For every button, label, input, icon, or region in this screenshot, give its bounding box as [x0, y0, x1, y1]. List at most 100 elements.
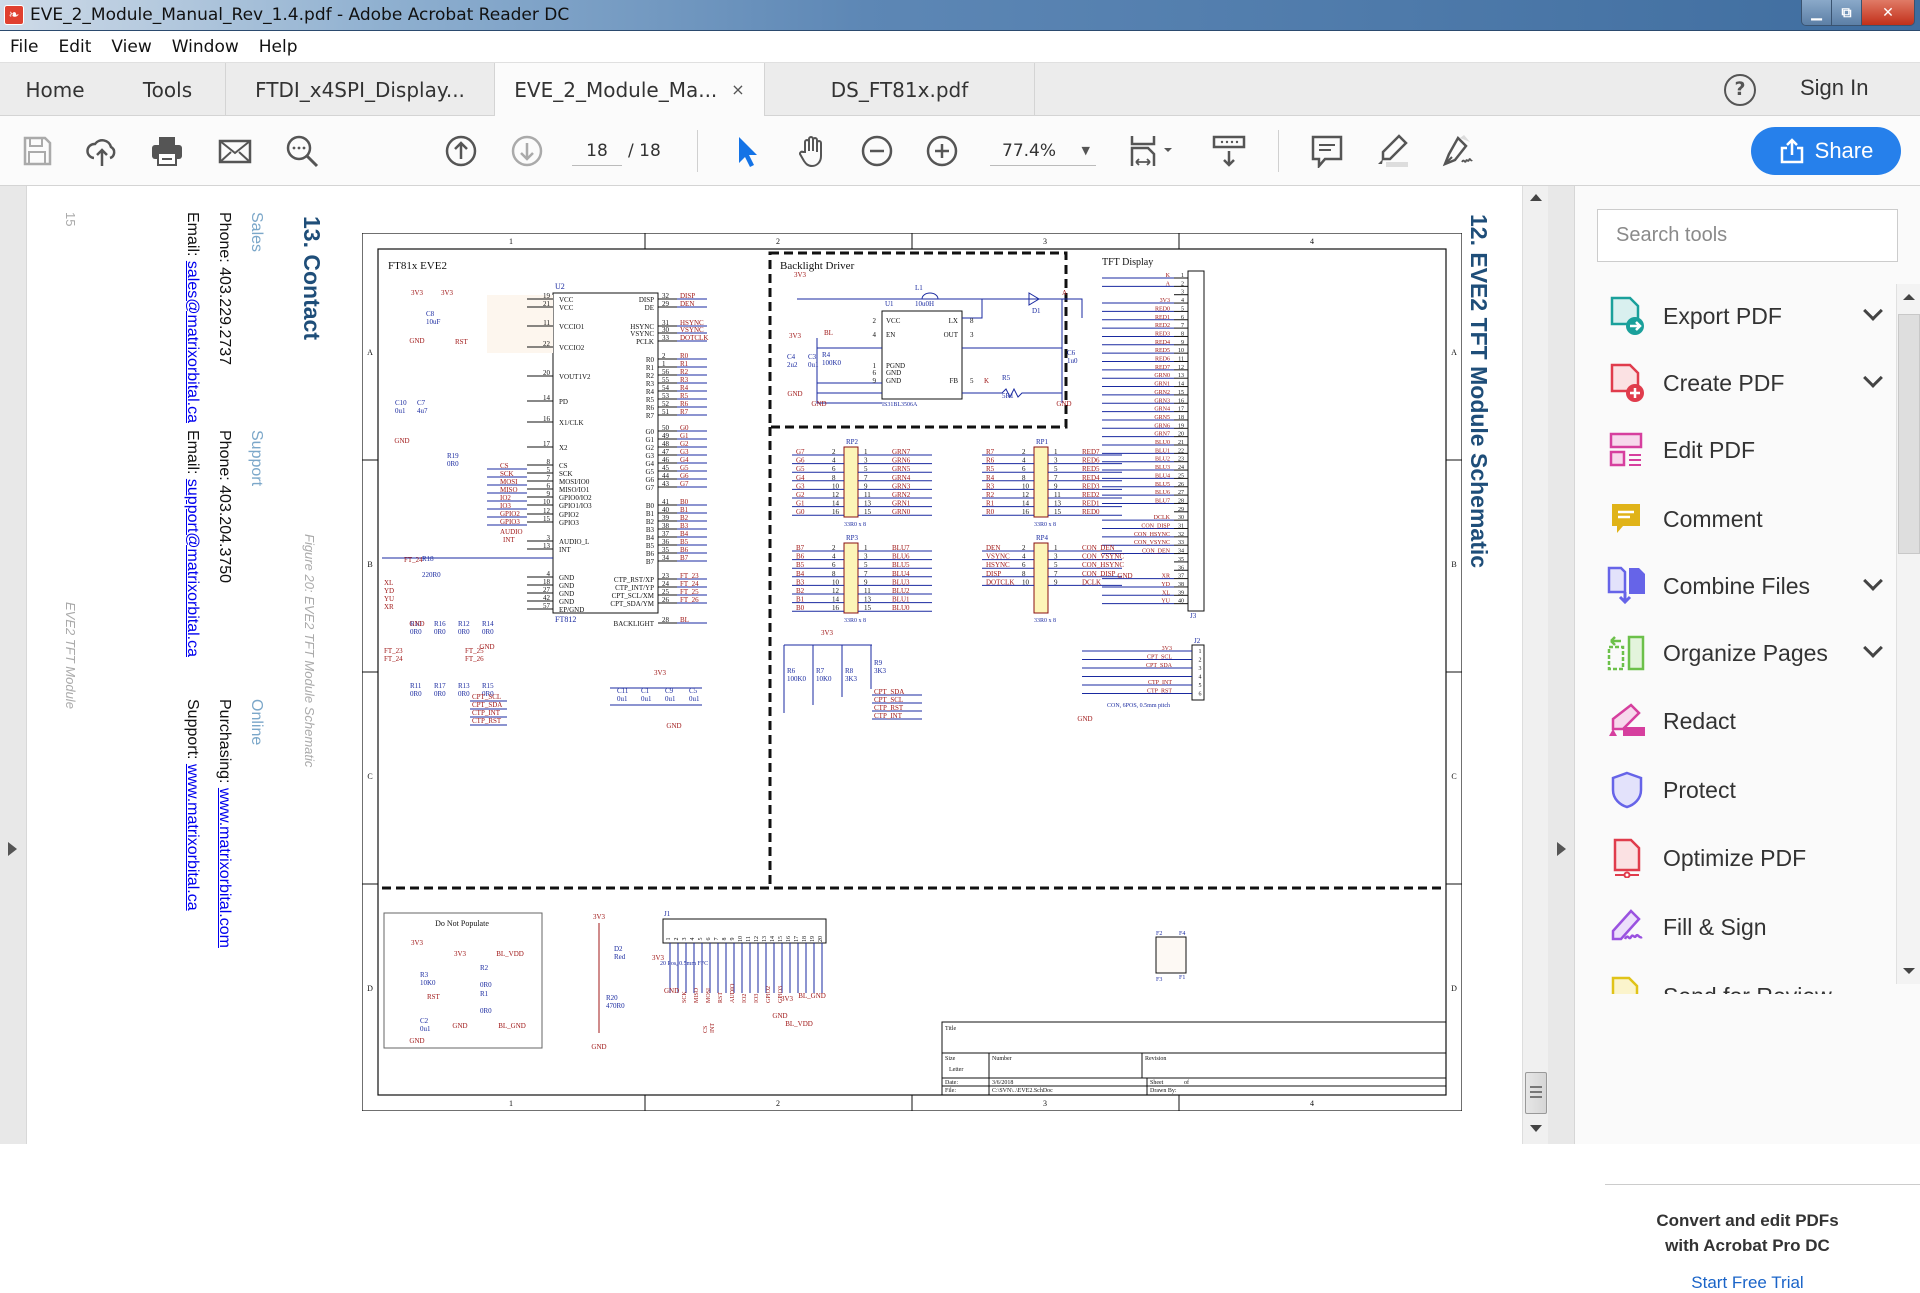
resistor-ref: R7: [816, 667, 825, 675]
scroll-down-icon[interactable]: [1530, 1125, 1542, 1132]
net-label: IO2: [742, 994, 748, 1003]
tool-edit-pdf[interactable]: Edit PDF: [1595, 418, 1890, 482]
hand-icon[interactable]: [795, 134, 829, 168]
chevron-down-icon[interactable]: [1863, 571, 1883, 591]
tool-comment[interactable]: Comment: [1595, 487, 1890, 551]
scroll-down-icon[interactable]: [1903, 968, 1915, 974]
tab-close-icon[interactable]: ×: [731, 80, 744, 99]
page-number-input[interactable]: 18: [572, 136, 622, 166]
chevron-down-icon[interactable]: [1863, 301, 1883, 321]
zoom-level-select[interactable]: 77.4% ▼: [990, 136, 1096, 166]
protect-icon: [1607, 770, 1647, 810]
tab-document-ftdi[interactable]: FTDI_x4SPI_Display...: [226, 63, 495, 116]
comment-icon[interactable]: [1310, 134, 1344, 168]
select-arrow-icon[interactable]: [730, 134, 764, 168]
pin-name: GPIO3: [559, 519, 579, 527]
net-label: CPT_SDA: [874, 688, 904, 696]
net-label: CON_DEN: [1082, 544, 1115, 552]
tools-pane-toggle[interactable]: [1548, 186, 1575, 1144]
net-label: DEN: [680, 300, 694, 308]
net-label: A: [1166, 281, 1171, 287]
help-button[interactable]: ?: [1724, 74, 1756, 106]
redact-icon: [1607, 701, 1647, 741]
upload-cloud-icon[interactable]: [85, 134, 119, 168]
pin-number: 42: [543, 594, 551, 602]
tab-tools[interactable]: Tools: [110, 63, 226, 116]
sign-in-link[interactable]: Sign In: [1800, 75, 1869, 101]
save-icon[interactable]: [20, 134, 54, 168]
tool-combine-files[interactable]: Combine Files: [1595, 554, 1890, 618]
tool-optimize-pdf[interactable]: Optimize PDF: [1595, 826, 1890, 890]
tool-export-pdf[interactable]: Export PDF: [1595, 284, 1890, 348]
net-label: SCK: [500, 470, 514, 478]
pin-number: 32: [1178, 532, 1184, 538]
j1-ref: J1: [664, 910, 671, 918]
support-email: Email: support@matrixorbital.ca: [183, 430, 201, 657]
share-button[interactable]: Share: [1751, 127, 1901, 175]
left-navigation-pane-toggle[interactable]: [0, 186, 27, 1144]
zoom-out-icon[interactable]: [860, 134, 894, 168]
toolbar-divider: [697, 130, 698, 172]
tool-fill-sign[interactable]: Fill & Sign: [1595, 895, 1890, 959]
minimize-button[interactable]: ▁: [1802, 0, 1832, 25]
highlight-icon[interactable]: [1375, 134, 1409, 168]
sales-email-link[interactable]: sales@matrixorbital.ca: [184, 261, 201, 423]
search-icon[interactable]: [285, 134, 319, 168]
scroll-up-icon[interactable]: [1530, 194, 1542, 201]
support-email-link[interactable]: support@matrixorbital.ca: [184, 479, 201, 657]
chevron-down-icon[interactable]: [1863, 368, 1883, 388]
resistor-value: 0R0: [447, 460, 459, 468]
page-up-icon[interactable]: [444, 134, 478, 168]
grid-column-label: 3: [1043, 237, 1047, 246]
start-free-trial-link[interactable]: Start Free Trial: [1575, 1273, 1920, 1293]
menu-view[interactable]: View: [111, 37, 151, 57]
title-block-label: Title: [945, 1026, 956, 1032]
document-scrollbar[interactable]: [1522, 186, 1548, 1144]
tool-protect[interactable]: Protect: [1595, 758, 1890, 822]
j3-connector: [1187, 270, 1205, 612]
tab-document-ds-ft81x[interactable]: DS_FT81x.pdf: [765, 63, 1035, 116]
tool-organize-pages[interactable]: Organize Pages: [1595, 621, 1890, 685]
support-url-link[interactable]: www.matrixorbital.ca: [184, 764, 201, 911]
page-down-icon[interactable]: [510, 134, 544, 168]
j2-description: CON, 6POS, 0.5mm pitch: [1107, 703, 1170, 709]
pin-number: 12: [1022, 491, 1030, 499]
zoom-in-icon[interactable]: [925, 134, 959, 168]
print-icon[interactable]: [150, 134, 184, 168]
document-view[interactable]: 13. Contact Sales Phone: 403.229.2737 Em…: [27, 186, 1522, 1144]
restore-button[interactable]: ⧉: [1832, 0, 1862, 25]
support-label: Support: [248, 430, 265, 487]
tool-create-pdf[interactable]: Create PDF: [1595, 351, 1890, 415]
close-button[interactable]: ✕: [1862, 0, 1914, 25]
chevron-down-icon[interactable]: [1863, 638, 1883, 658]
pin-number: 3: [1181, 290, 1184, 296]
tools-scrollbar[interactable]: [1896, 284, 1920, 984]
menu-help[interactable]: Help: [259, 37, 298, 57]
power-label: 3V3: [654, 669, 667, 677]
pin-number: 10: [1022, 578, 1030, 586]
net-label: VSYNC: [680, 326, 704, 334]
menu-edit[interactable]: Edit: [58, 37, 91, 57]
sign-icon[interactable]: [1440, 134, 1474, 168]
pin-number: 9: [1181, 340, 1184, 346]
fit-page-icon[interactable]: [1130, 134, 1176, 168]
net-label: GRN7: [1154, 432, 1170, 438]
scrollbar-thumb[interactable]: [1525, 1072, 1547, 1114]
scroll-up-icon[interactable]: [1903, 294, 1915, 300]
menu-file[interactable]: File: [10, 37, 38, 57]
scroll-mode-icon[interactable]: [1212, 134, 1246, 168]
email-icon[interactable]: [218, 134, 252, 168]
pin-number: 16: [1178, 398, 1184, 404]
search-tools-input[interactable]: Search tools: [1597, 209, 1898, 262]
purchasing-link[interactable]: www.matrixorbital.com: [216, 788, 233, 948]
menu-window[interactable]: Window: [172, 37, 239, 57]
tab-home[interactable]: Home: [0, 63, 110, 116]
scrollbar-thumb[interactable]: [1898, 314, 1920, 554]
pin-number: 2: [832, 448, 836, 456]
tab-document-eve2[interactable]: EVE_2_Module_Ma... ×: [495, 63, 765, 117]
net-label: VSYNC: [986, 553, 1010, 561]
net-label: IO3: [500, 502, 511, 510]
pin-number: 44: [662, 472, 670, 480]
tool-send-for-review[interactable]: Send for Review: [1595, 964, 1890, 994]
tool-redact[interactable]: Redact: [1595, 689, 1890, 753]
